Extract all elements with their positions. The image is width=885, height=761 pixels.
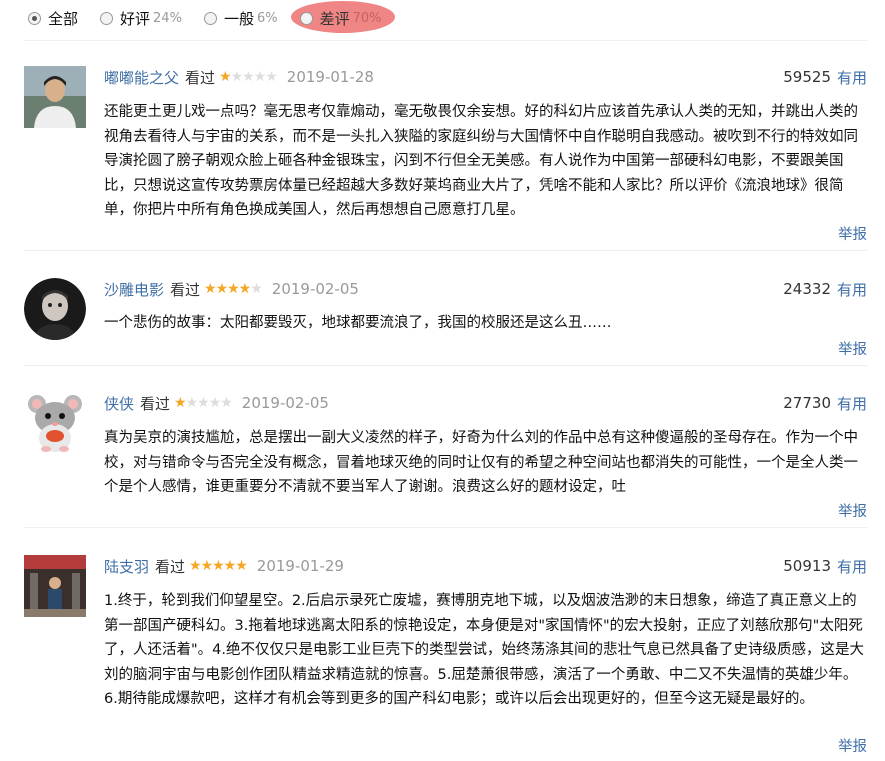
review-header: 嘟嘟能之父 看过 ★★★★★ 2019-01-28 59525 有用	[104, 66, 867, 88]
filter-positive[interactable]: 好评 24%	[100, 0, 182, 36]
star-rating: ★★★★★	[174, 395, 233, 411]
star-rating: ★★★★★	[189, 558, 248, 574]
radio-icon[interactable]	[299, 11, 313, 25]
username-link[interactable]: 陆支羽	[104, 556, 149, 577]
seen-label: 看过	[185, 68, 216, 87]
review-text: 真为吴京的演技尴尬，总是摆出一副大义凌然的样子，好奇为什么刘的作品中总有这种傻逼…	[104, 430, 858, 496]
seen-label: 看过	[140, 394, 171, 413]
report-link[interactable]: 举报	[838, 338, 867, 359]
divider	[24, 40, 867, 41]
review-text: 1.终于，轮到我们仰望星空。2.后启示录死亡废墟，赛博朋克地下城，以及烟波浩渺的…	[104, 593, 864, 708]
seen-label: 看过	[155, 557, 186, 576]
divider	[24, 250, 867, 251]
divider	[24, 527, 867, 528]
star-rating: ★★★★★	[219, 69, 278, 85]
review-date: 2019-01-29	[256, 557, 344, 575]
review-header: 侠侠 看过 ★★★★★ 2019-02-05 27730 有用	[104, 392, 867, 414]
vote-count: 50913	[783, 557, 831, 575]
radio-icon[interactable]	[203, 11, 217, 25]
useful-button[interactable]: 有用	[837, 393, 867, 414]
review-date: 2019-02-05	[271, 280, 359, 298]
review-date: 2019-01-28	[286, 68, 374, 86]
avatar[interactable]	[24, 392, 86, 454]
star-rating: ★★★★★	[204, 281, 263, 297]
seen-label: 看过	[170, 280, 201, 299]
review-item: 嘟嘟能之父 看过 ★★★★★ 2019-01-28 59525 有用 还能更土更…	[24, 66, 867, 251]
useful-button[interactable]: 有用	[837, 67, 867, 88]
useful-button[interactable]: 有用	[837, 556, 867, 577]
rating-filter-bar: 全部 好评 24% 一般 6% 差评 70%	[28, 0, 404, 36]
radio-icon[interactable]	[100, 11, 114, 25]
filter-neutral[interactable]: 一般 6%	[203, 0, 278, 36]
vote-count: 59525	[783, 68, 831, 86]
vote-count: 24332	[783, 280, 831, 298]
vote-count: 27730	[783, 394, 831, 412]
filter-all[interactable]: 全部	[28, 0, 78, 36]
review-text: 还能更土更儿戏一点吗？毫无思考仅靠煽动，毫无敬畏仅余妄想。好的科幻片应该首先承认…	[104, 104, 858, 219]
review-header: 沙雕电影 看过 ★★★★★ 2019-02-05 24332 有用	[104, 278, 867, 300]
report-link[interactable]: 举报	[838, 500, 867, 521]
filter-negative[interactable]: 差评 70%	[290, 0, 395, 36]
avatar[interactable]	[24, 278, 86, 340]
divider	[24, 365, 867, 366]
report-link[interactable]: 举报	[838, 735, 867, 756]
avatar[interactable]	[24, 66, 86, 128]
radio-icon[interactable]	[28, 11, 41, 25]
review-date: 2019-02-05	[241, 394, 329, 412]
report-link[interactable]: 举报	[838, 223, 867, 244]
username-link[interactable]: 侠侠	[104, 393, 134, 414]
review-text: 一个悲伤的故事：太阳都要毁灭，地球都要流浪了，我国的校服还是这么丑……	[104, 315, 612, 331]
review-header: 陆支羽 看过 ★★★★★ 2019-01-29 50913 有用	[104, 555, 867, 577]
useful-button[interactable]: 有用	[837, 279, 867, 300]
username-link[interactable]: 沙雕电影	[104, 279, 164, 300]
avatar[interactable]	[24, 555, 86, 617]
username-link[interactable]: 嘟嘟能之父	[104, 67, 179, 88]
